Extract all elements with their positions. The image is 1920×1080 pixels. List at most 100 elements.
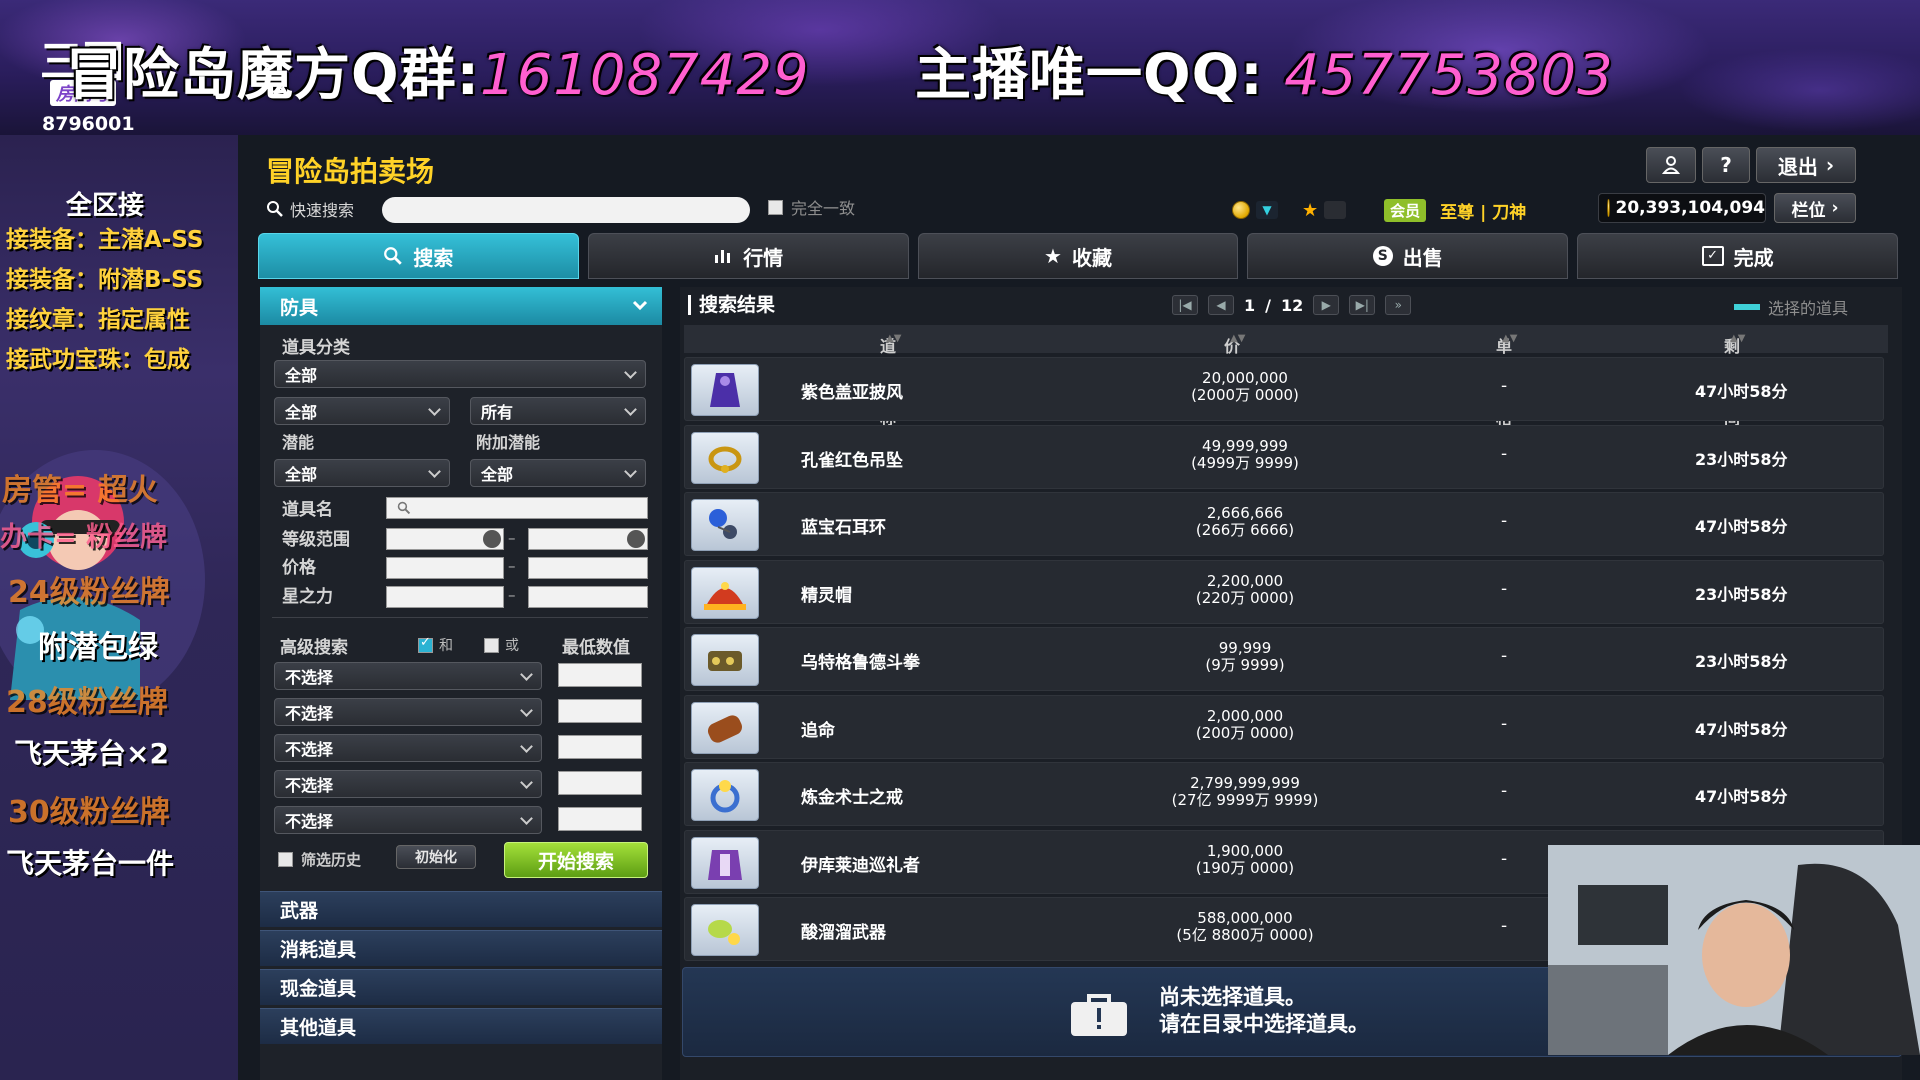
price-label: 价格 bbox=[282, 558, 316, 578]
unit-price: - bbox=[1501, 916, 1508, 936]
item-price: 588,000,000 (5亿 8800万 0000) bbox=[1165, 910, 1325, 944]
exact-match[interactable]: 完全一致 bbox=[768, 195, 855, 219]
sidebar-line: 接武功宝珠：包成 bbox=[6, 347, 190, 373]
group-label: 冒险岛魔方Q群: bbox=[66, 43, 480, 108]
bonus-potential-select[interactable]: 全部 bbox=[470, 459, 646, 487]
item-name: 孔雀红色吊坠 bbox=[801, 450, 903, 471]
price-value: 2,799,999,999 bbox=[1190, 774, 1300, 792]
last-page-button[interactable]: ▶| bbox=[1349, 295, 1376, 315]
remaining-time: 23小时58分 bbox=[1695, 652, 1788, 671]
chevron-down-icon bbox=[511, 771, 541, 797]
table-row[interactable]: 孔雀红色吊坠 49,999,999 (4999万 9999) - 23小时58分 bbox=[684, 424, 1884, 489]
or-option[interactable]: 或 bbox=[484, 635, 519, 655]
tab-sell[interactable]: S 出售 bbox=[1247, 233, 1569, 279]
item-name-input[interactable] bbox=[386, 497, 648, 519]
table-row[interactable]: 追命 2,000,000 (200万 0000) - 47小时58分 bbox=[684, 694, 1884, 759]
potential-select[interactable]: 全部 bbox=[274, 459, 450, 487]
option-min-input[interactable] bbox=[558, 663, 642, 687]
profile-button[interactable] bbox=[1646, 147, 1696, 183]
option-select[interactable]: 不选择 bbox=[274, 662, 542, 690]
subclass2-select[interactable]: 所有 bbox=[470, 397, 646, 425]
help-button[interactable]: ? bbox=[1702, 147, 1750, 183]
option-select[interactable]: 不选择 bbox=[274, 770, 542, 798]
star-max-input[interactable] bbox=[528, 586, 648, 608]
unit-price: - bbox=[1501, 848, 1508, 869]
option-select[interactable]: 不选择 bbox=[274, 698, 542, 726]
option-min-input[interactable] bbox=[558, 807, 642, 831]
star-force-label: 星之力 bbox=[282, 587, 333, 607]
table-row[interactable]: 乌特格鲁德斗拳 99,999 (9万 9999) - 23小时58分 bbox=[684, 627, 1884, 691]
next-page-button[interactable]: ▶ bbox=[1313, 295, 1340, 315]
category-etc[interactable]: 其他道具 bbox=[260, 1008, 662, 1044]
option-select[interactable]: 不选择 bbox=[274, 734, 542, 762]
or-checkbox[interactable] bbox=[484, 637, 499, 653]
table-row[interactable]: 紫色盖亚披风 20,000,000 (2000万 0000) - 47小时58分 bbox=[684, 357, 1884, 421]
table-row[interactable]: 精灵帽 2,200,000 (220万 0000) - 23小时58分 bbox=[684, 559, 1884, 624]
option-min-input[interactable] bbox=[558, 699, 642, 723]
exit-button[interactable]: 退出 › bbox=[1756, 147, 1856, 183]
armor-icon bbox=[691, 836, 759, 889]
price-min-input[interactable] bbox=[386, 557, 504, 579]
mesos-value: 20,393,104,094 bbox=[1615, 198, 1766, 218]
price-value: 1,900,000 bbox=[1206, 841, 1284, 860]
slot-button[interactable]: 栏位 › bbox=[1774, 193, 1856, 223]
tab-label: 出售 bbox=[1402, 245, 1443, 270]
category-cash[interactable]: 现金道具 bbox=[260, 969, 662, 1005]
option-min-input[interactable] bbox=[558, 735, 642, 759]
chevron-right-icon: › bbox=[1825, 153, 1835, 177]
history-checkbox[interactable] bbox=[278, 852, 293, 867]
option-select[interactable]: 不选择 bbox=[274, 806, 542, 834]
legend-swatch bbox=[1734, 304, 1760, 310]
filter-history[interactable]: 筛选历史 bbox=[278, 849, 361, 870]
subclass-select[interactable]: 全部 bbox=[274, 397, 450, 425]
chevron-down-icon bbox=[511, 807, 541, 833]
category-label: 防具 bbox=[280, 296, 319, 319]
exact-match-checkbox[interactable] bbox=[768, 199, 783, 215]
promo-line: 飞天茅台一件 bbox=[6, 847, 175, 880]
legend-label: 选择的道具 bbox=[1768, 299, 1849, 318]
ring-icon bbox=[691, 769, 759, 821]
star-slot[interactable] bbox=[1324, 201, 1347, 219]
chevron-down-icon[interactable] bbox=[627, 530, 645, 548]
min-value-label: 最低数值 bbox=[562, 638, 630, 658]
star-min-input[interactable] bbox=[386, 586, 504, 608]
item-class-select[interactable]: 全部 bbox=[274, 360, 646, 388]
chevron-down-icon[interactable]: ▼ bbox=[1256, 201, 1278, 219]
category-armor[interactable]: 防具 bbox=[260, 287, 662, 325]
and-label: 和 bbox=[439, 638, 453, 654]
search-icon bbox=[397, 501, 411, 515]
remaining-time: 47小时58分 bbox=[1695, 787, 1788, 806]
webcam-image bbox=[1548, 845, 1920, 1055]
start-search-button[interactable]: 开始搜索 bbox=[504, 842, 648, 878]
reset-button[interactable]: 初始化 bbox=[396, 845, 476, 869]
level-min-input[interactable] bbox=[386, 528, 504, 550]
first-page-button[interactable]: |◀ bbox=[1172, 295, 1198, 315]
status-row: ▼ ★ 会员 至尊 | 刀神 bbox=[1232, 197, 1526, 223]
star-icon: ★ bbox=[1302, 199, 1319, 221]
tab-favorites[interactable]: ★ 收藏 bbox=[917, 233, 1239, 279]
skip-page-button[interactable]: » bbox=[1385, 295, 1412, 315]
chevron-down-icon bbox=[615, 460, 645, 486]
category-weapon[interactable]: 武器 bbox=[260, 891, 662, 927]
quick-search-input[interactable] bbox=[382, 197, 750, 223]
table-row[interactable]: 炼金术士之戒 2,799,999,999 (27亿 9999万 9999) - 47小时… bbox=[684, 762, 1884, 826]
chevron-down-icon[interactable] bbox=[483, 530, 501, 548]
prev-page-button[interactable]: ◀ bbox=[1208, 295, 1234, 315]
price-value: 588,000,000 bbox=[1197, 909, 1293, 927]
level-max-input[interactable] bbox=[528, 528, 648, 550]
page-current: 1 bbox=[1244, 295, 1256, 315]
option-min-input[interactable] bbox=[558, 771, 642, 795]
chevron-down-icon bbox=[419, 398, 449, 424]
and-option[interactable]: 和 bbox=[418, 635, 453, 655]
price-max-input[interactable] bbox=[528, 557, 648, 579]
scroll-icon bbox=[691, 701, 759, 754]
and-checkbox[interactable] bbox=[418, 635, 433, 653]
search-icon bbox=[267, 201, 283, 217]
window-title: 冒险岛拍卖场 bbox=[266, 155, 435, 188]
table-row[interactable]: 蓝宝石耳环 2,666,666 (266万 6666) - 47小时58分 bbox=[684, 492, 1884, 556]
tab-search[interactable]: 搜索 bbox=[258, 233, 579, 279]
chevron-down-icon bbox=[632, 300, 648, 311]
tab-market[interactable]: 行情 bbox=[587, 233, 909, 279]
tab-complete[interactable]: ✓ 完成 bbox=[1577, 233, 1898, 279]
category-consumable[interactable]: 消耗道具 bbox=[260, 930, 662, 966]
